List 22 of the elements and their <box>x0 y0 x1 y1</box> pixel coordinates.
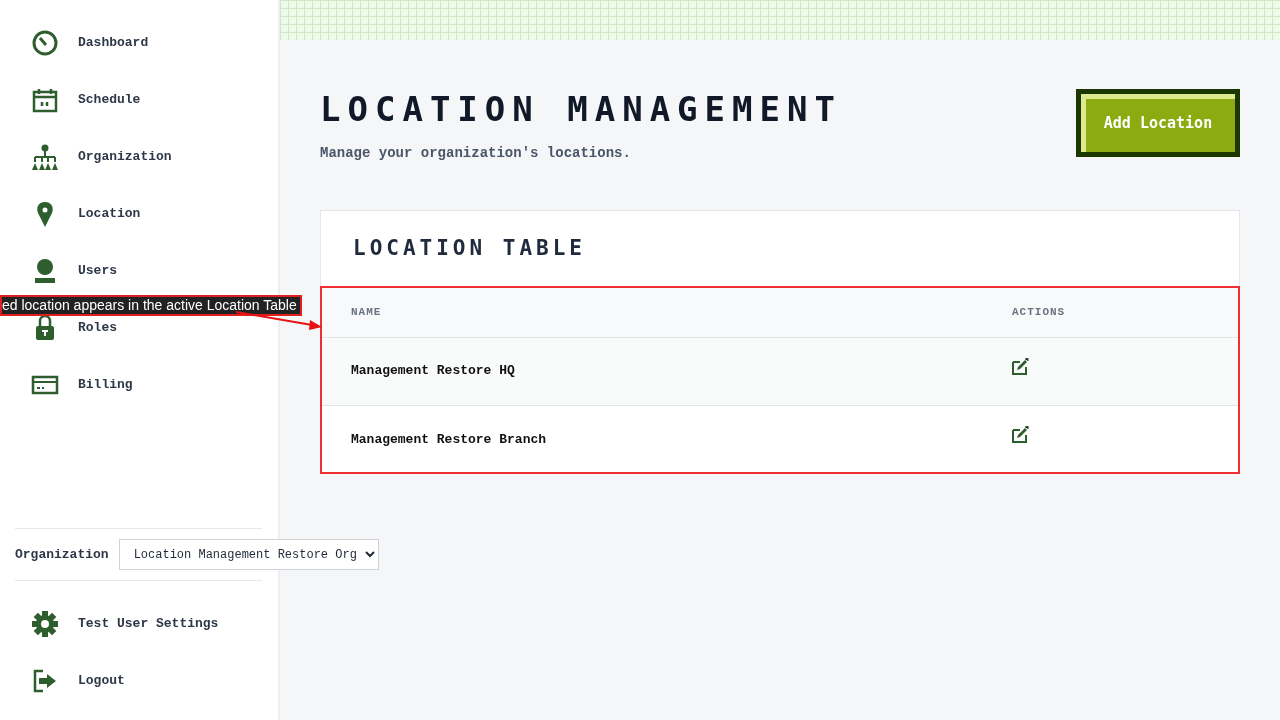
sidebar-item[interactable]: Billing <box>0 356 278 413</box>
page-subtitle: Manage your organization's locations. <box>320 144 632 163</box>
column-header: ACTIONS <box>1012 305 1066 318</box>
table-cell: Management Restore HQ <box>351 363 515 379</box>
sidebar-item[interactable]: Location <box>0 185 278 242</box>
sidebar-item[interactable]: Dashboard <box>0 14 278 71</box>
sidebar-item[interactable]: Test User Settings <box>0 595 278 652</box>
annotation-tooltip: ed location appears in the active Location Table <box>0 295 302 316</box>
edit-icon[interactable] <box>1012 357 1029 375</box>
sidebar-item[interactable]: Logout <box>0 652 278 709</box>
page-title: LOCATION MANAGEMENT <box>320 88 842 131</box>
settings-icon <box>31 609 59 638</box>
sidebar-item[interactable]: Schedule <box>0 71 278 128</box>
sidebar-item[interactable]: Organization <box>0 128 278 185</box>
card-title: LOCATION TABLE <box>353 236 586 262</box>
organization-label: Organization <box>15 545 109 564</box>
edit-icon[interactable] <box>1012 426 1029 444</box>
column-header: NAME <box>351 305 382 318</box>
gauge-icon <box>31 28 59 57</box>
table-cell: Management Restore Branch <box>351 431 547 447</box>
organization-select[interactable]: Location Management Restore Org <box>118 539 379 570</box>
org-chart-icon <box>31 142 59 171</box>
